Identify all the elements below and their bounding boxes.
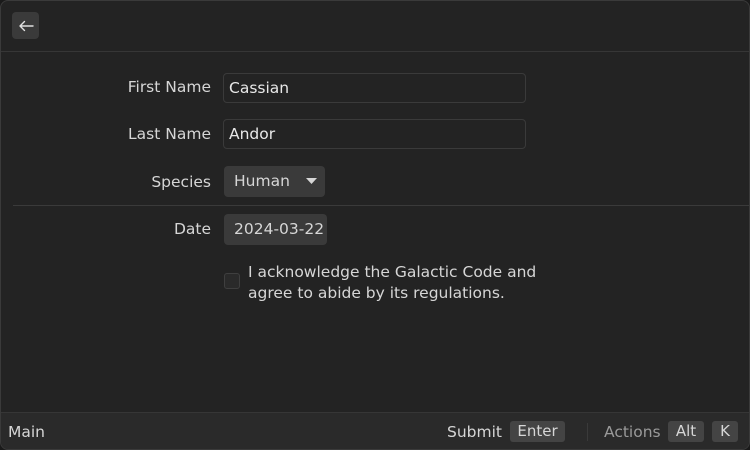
actions-shortcut-key-k: K — [712, 421, 738, 442]
first-name-field[interactable] — [223, 73, 526, 103]
arrow-left-icon — [18, 20, 34, 31]
species-dropdown[interactable]: Human — [224, 166, 325, 197]
date-picker-button[interactable]: 2024-03-22 — [224, 214, 327, 245]
submit-shortcut-key: Enter — [510, 421, 565, 442]
last-name-label: Last Name — [128, 125, 211, 143]
acknowledge-label: I acknowledge the Galactic Code and agre… — [248, 263, 537, 302]
first-name-label: First Name — [127, 78, 211, 96]
status-navigation-title: Main — [8, 423, 46, 441]
caret-down-icon — [306, 178, 317, 184]
species-value: Human — [234, 172, 290, 190]
form-window: First Name Last Name Species Human Date … — [0, 0, 750, 450]
actions-shortcut-key-alt: Alt — [668, 421, 704, 442]
species-label: Species — [151, 173, 211, 191]
back-button[interactable] — [12, 12, 39, 39]
top-toolbar — [1, 1, 749, 52]
submit-action-label[interactable]: Submit — [447, 423, 502, 441]
status-bar: Main Submit Enter Actions Alt K — [1, 412, 749, 449]
date-value: 2024-03-22 — [234, 220, 325, 238]
acknowledge-checkbox[interactable] — [224, 273, 240, 289]
date-label: Date — [173, 220, 211, 238]
actions-label[interactable]: Actions — [604, 423, 661, 441]
status-separator — [587, 423, 588, 441]
section-divider — [13, 205, 749, 206]
last-name-field[interactable] — [223, 119, 526, 149]
